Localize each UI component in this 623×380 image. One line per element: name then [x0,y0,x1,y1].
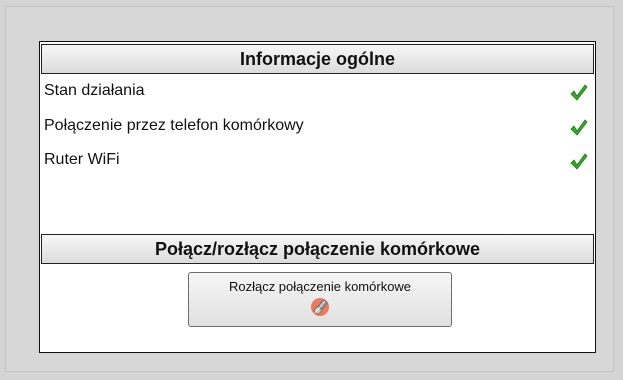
check-icon [570,84,588,101]
status-row-wifi: Ruter WiFi [44,148,591,172]
status-row-cellular: Połączenie przez telefon komórkowy [44,114,591,138]
general-info-header: Informacje ogólne [41,44,594,74]
status-row-label: Stan działania [44,82,145,99]
cellular-control-header: Połącz/rozłącz połączenie komórkowe [41,234,594,264]
disconnect-cellular-button[interactable]: Rozłącz połączenie komórkowe [188,272,452,327]
status-row-label: Ruter WiFi [44,151,120,168]
unplug-icon [311,298,329,316]
status-row-operation: Stan działania [44,79,591,103]
connection-panel: Informacje ogólne Stan działania Połącze… [39,41,596,353]
status-row-label: Połączenie przez telefon komórkowy [44,117,304,134]
disconnect-button-label: Rozłącz połączenie komórkowe [228,279,412,294]
check-icon [570,119,588,136]
check-icon [570,153,588,170]
